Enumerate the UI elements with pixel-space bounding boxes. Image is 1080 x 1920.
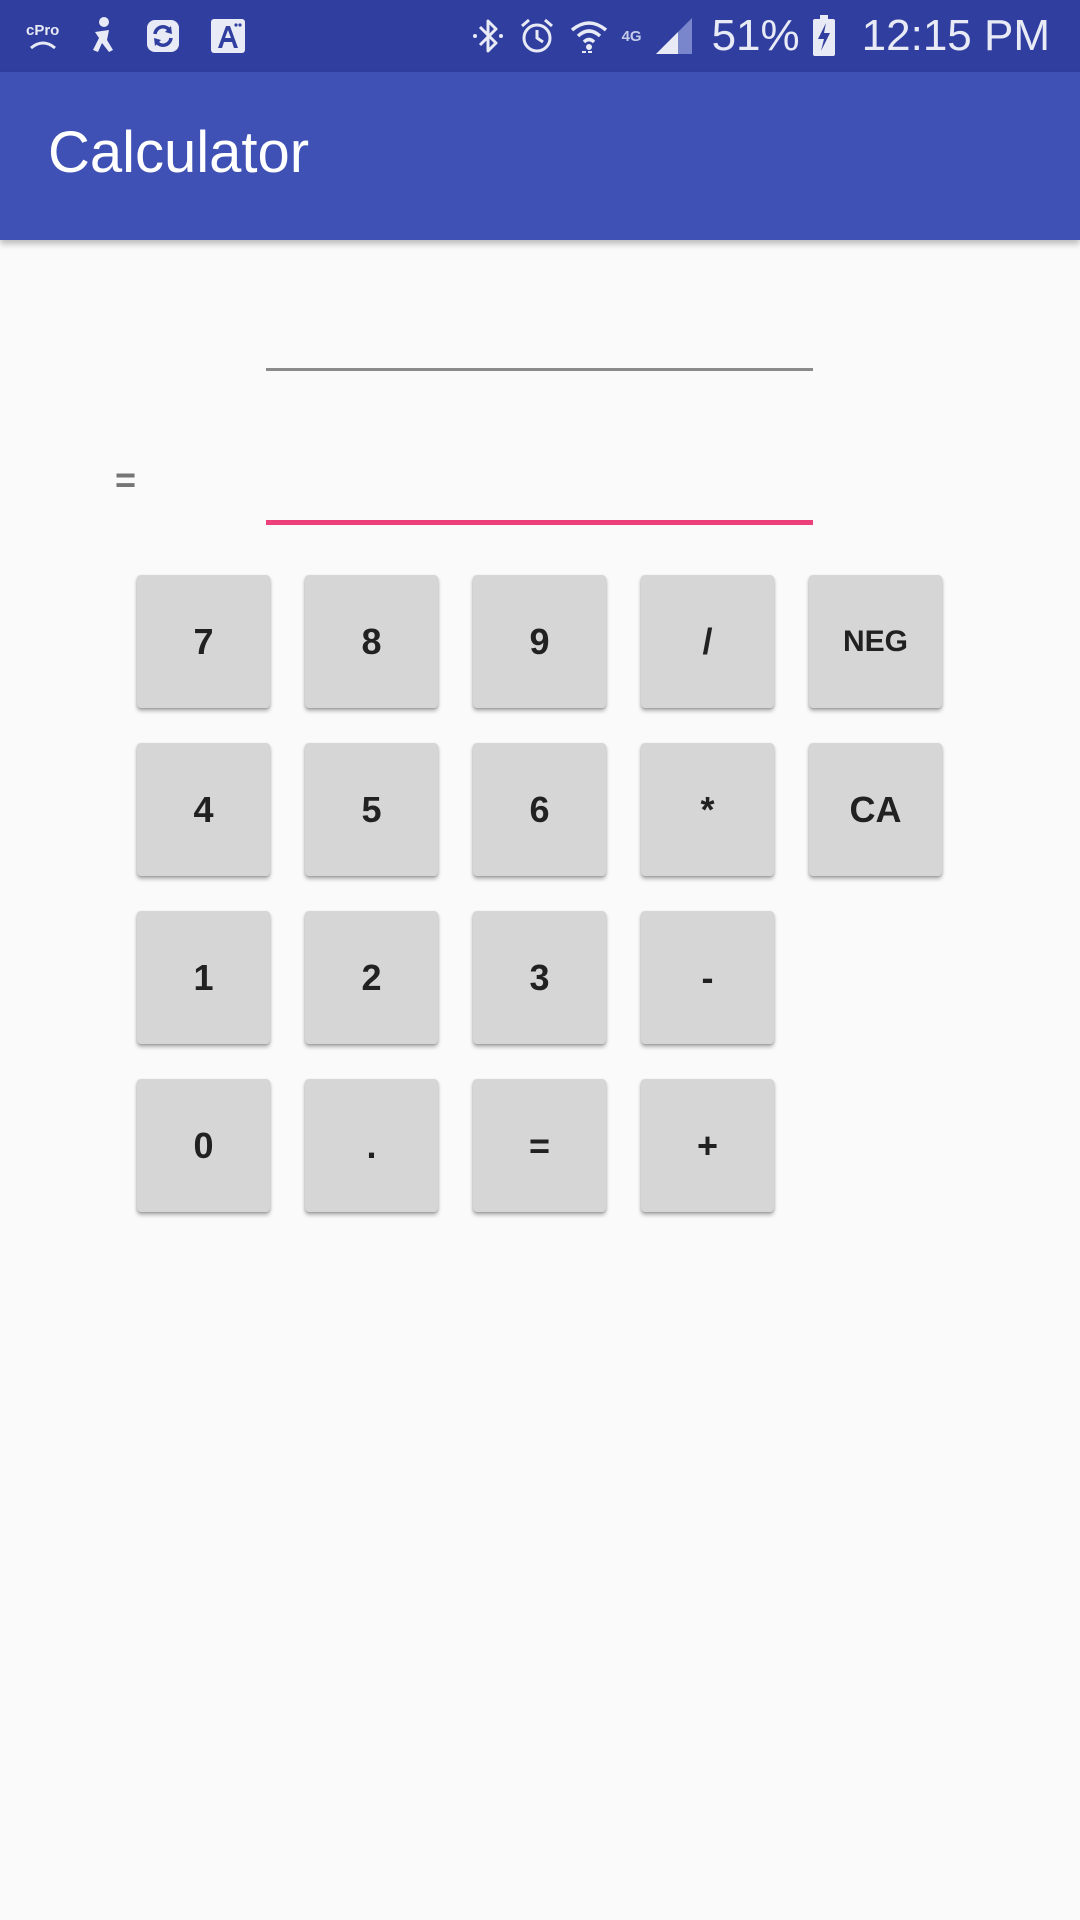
app-title: Calculator <box>48 120 310 185</box>
key-negate[interactable]: NEG <box>809 575 942 708</box>
key-decimal[interactable]: . <box>305 1079 438 1212</box>
font-icon <box>209 17 247 55</box>
result-equals-label: = <box>115 459 137 500</box>
key-add[interactable]: + <box>641 1079 774 1212</box>
battery-percent: 51% <box>711 11 800 60</box>
key-clear-all[interactable]: CA <box>809 743 942 876</box>
expression-input[interactable] <box>266 300 813 371</box>
cpro-icon: cPro <box>26 23 59 50</box>
key-7[interactable]: 7 <box>137 575 270 708</box>
key-1[interactable]: 1 <box>137 911 270 1044</box>
wifi-icon <box>568 16 610 56</box>
key-4[interactable]: 4 <box>137 743 270 876</box>
accessibility-icon <box>87 16 117 56</box>
cpro-label: cPro <box>26 21 60 39</box>
app-bar: Calculator <box>0 72 1080 240</box>
key-6[interactable]: 6 <box>473 743 606 876</box>
alarm-icon <box>518 16 556 56</box>
battery-charging-icon <box>812 15 836 57</box>
key-0[interactable]: 0 <box>137 1079 270 1212</box>
status-bar: cPro 4G 51% 12:15 PM <box>0 0 1080 72</box>
key-5[interactable]: 5 <box>305 743 438 876</box>
clock: 12:15 PM <box>861 11 1050 60</box>
key-9[interactable]: 9 <box>473 575 606 708</box>
signal-icon <box>654 16 694 56</box>
calculator-screen: cPro 4G 51% 12:15 PM Calculator = 7 8 9 … <box>0 0 1080 1920</box>
key-8[interactable]: 8 <box>305 575 438 708</box>
key-multiply[interactable]: * <box>641 743 774 876</box>
bluetooth-icon <box>470 16 506 56</box>
key-3[interactable]: 3 <box>473 911 606 1044</box>
key-divide[interactable]: / <box>641 575 774 708</box>
result-field[interactable] <box>266 452 813 525</box>
key-subtract[interactable]: - <box>641 911 774 1044</box>
sync-icon <box>145 18 181 54</box>
lte-icon: 4G <box>621 27 642 45</box>
status-left-icons: cPro <box>26 14 247 58</box>
status-right-icons: 4G 51% 12:15 PM <box>470 10 1050 62</box>
key-equals[interactable]: = <box>473 1079 606 1212</box>
key-2[interactable]: 2 <box>305 911 438 1044</box>
